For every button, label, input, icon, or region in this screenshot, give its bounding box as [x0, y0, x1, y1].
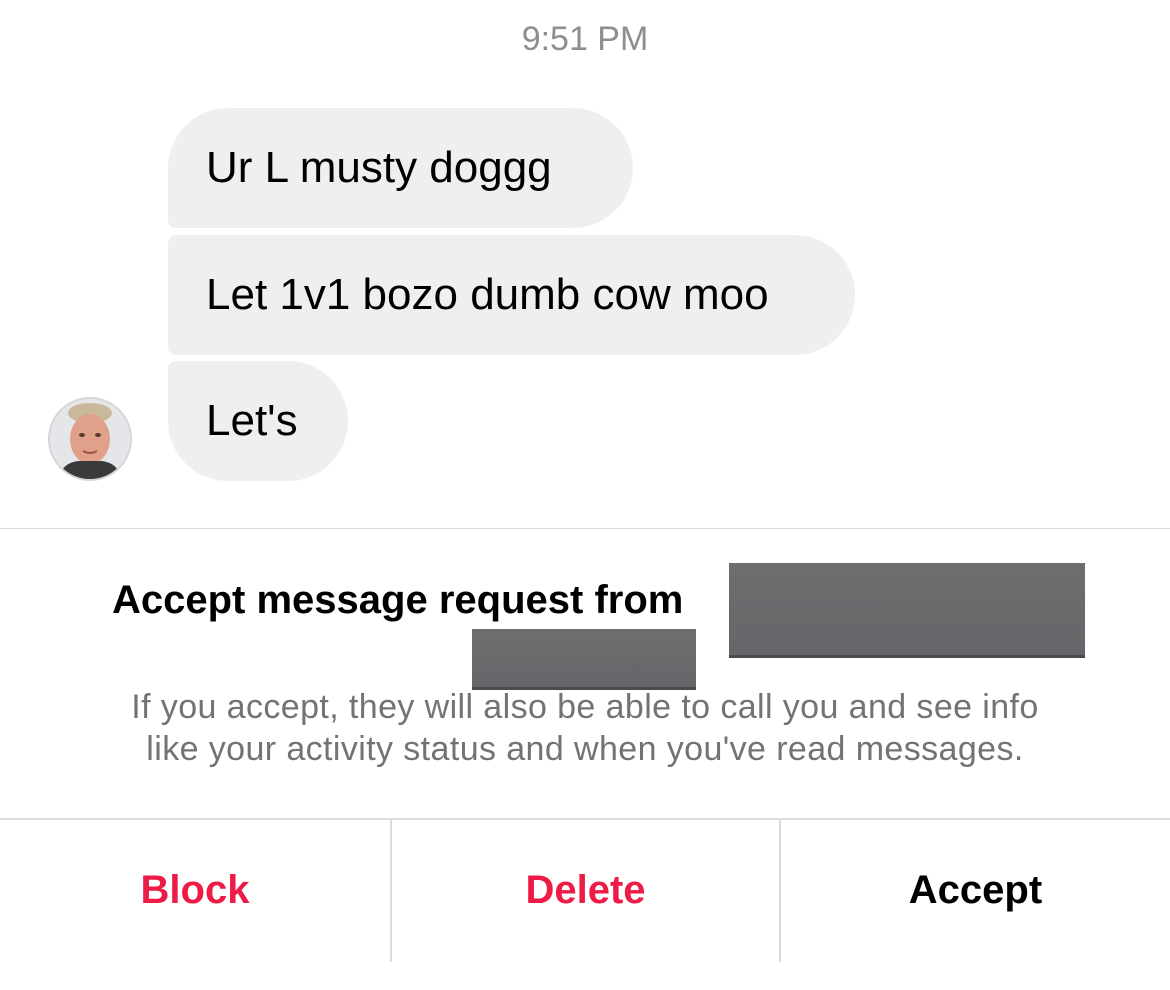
message-bubble[interactable]: Let's — [168, 361, 348, 481]
sender-avatar[interactable] — [48, 397, 132, 481]
redacted-username — [729, 563, 1085, 658]
request-title: Accept message request from — [112, 578, 684, 622]
request-description: If you accept, they will also be able to… — [40, 686, 1130, 770]
request-description-line: like your activity status and when you'v… — [146, 730, 1024, 768]
message-bubble[interactable]: Let 1v1 bozo dumb cow moo — [168, 235, 855, 355]
request-description-line: If you accept, they will also be able to… — [131, 688, 1039, 726]
accept-button[interactable]: Accept — [781, 820, 1170, 960]
redacted-username-continued — [472, 629, 696, 690]
delete-button[interactable]: Delete — [391, 820, 780, 960]
message-bubble[interactable]: Ur L musty doggg — [168, 108, 633, 228]
block-button[interactable]: Block — [0, 820, 390, 960]
section-divider — [0, 528, 1170, 529]
message-timestamp: 9:51 PM — [521, 20, 649, 58]
user-photo-icon — [50, 399, 130, 479]
message-request-screen: 9:51 PM Ur L musty doggg Let 1v1 bozo du… — [0, 0, 1170, 990]
